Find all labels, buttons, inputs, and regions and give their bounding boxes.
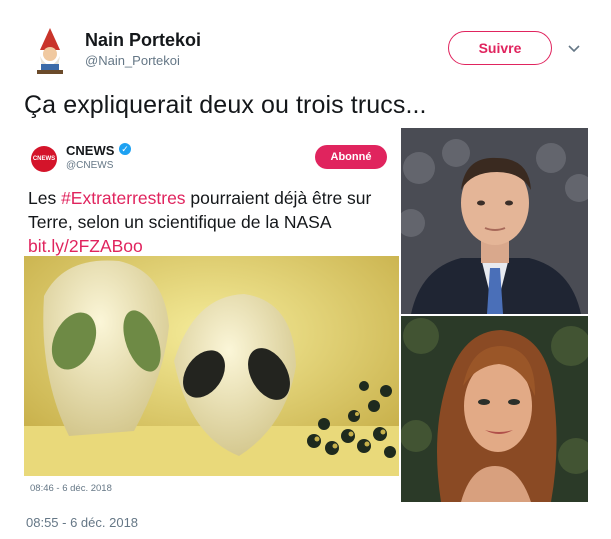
author-handle[interactable]: @Nain_Portekoi — [85, 53, 180, 68]
tweet-text: Ça expliquerait deux ou trois trucs... — [24, 91, 427, 119]
tweet-timestamp[interactable]: 08:55 - 6 déc. 2018 — [26, 515, 138, 530]
embedded-follow-button: Abonné — [315, 145, 387, 169]
alien-masks-photo — [24, 256, 399, 476]
gnome-avatar-icon[interactable] — [28, 26, 72, 76]
follow-button[interactable]: Suivre — [448, 31, 552, 65]
embedded-timestamp: 08:46 - 6 déc. 2018 — [30, 483, 112, 494]
woman-portrait-photo[interactable] — [400, 316, 594, 502]
embedded-link: bit.ly/2FZABoo — [28, 236, 143, 256]
verified-icon: ✓ — [119, 143, 131, 155]
embedded-tweet-screenshot[interactable]: CNEWS CNEWS ✓ @CNEWS Abonné Les #Extrate… — [24, 128, 399, 502]
embedded-tweet-text: Les #Extraterrestres pourraient déjà êtr… — [28, 186, 394, 258]
embedded-author-handle: @CNEWS — [66, 160, 114, 171]
embedded-text-before: Les — [28, 188, 62, 208]
author-name[interactable]: Nain Portekoi — [85, 30, 201, 51]
embedded-author-name: CNEWS — [66, 143, 115, 158]
cnews-logo: CNEWS — [31, 146, 57, 172]
man-portrait-photo[interactable] — [397, 128, 593, 314]
chevron-down-icon[interactable] — [566, 40, 582, 56]
embedded-hashtag: #Extraterrestres — [61, 188, 186, 208]
media-grid[interactable]: CNEWS CNEWS ✓ @CNEWS Abonné Les #Extrate… — [24, 128, 594, 502]
